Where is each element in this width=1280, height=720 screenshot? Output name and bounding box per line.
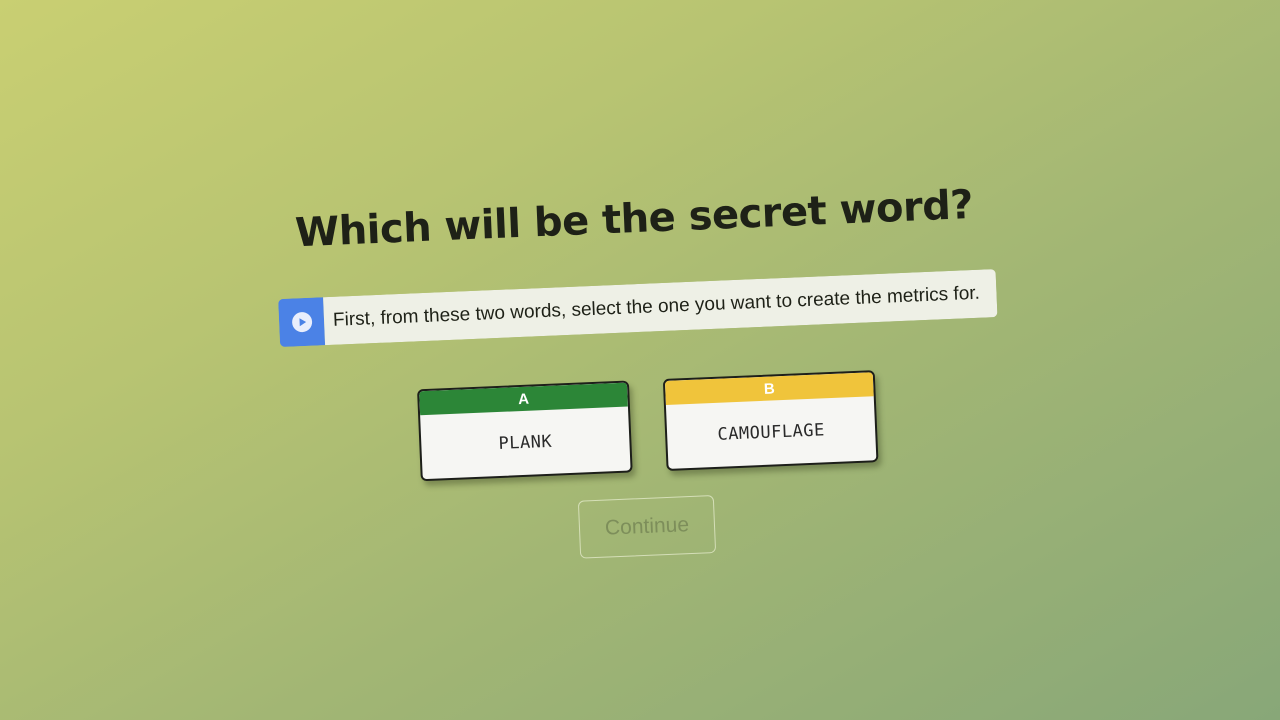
play-circle-icon [291,311,313,333]
option-card-a[interactable]: A PLANK [417,380,633,482]
play-audio-button[interactable] [278,297,326,348]
option-card-b[interactable]: B CAMOUFLAGE [662,370,879,471]
option-word-a: PLANK [498,431,553,454]
page-title: Which will be the secret word? [294,181,974,257]
game-stage: Which will be the secret word? First, fr… [0,0,1280,720]
continue-button[interactable]: Continue [577,495,717,559]
play-icon [298,318,306,327]
instruction-text: First, from these two words, select the … [323,269,998,346]
instruction-bar: First, from these two words, select the … [278,269,998,348]
option-word-b: CAMOUFLAGE [717,420,826,445]
